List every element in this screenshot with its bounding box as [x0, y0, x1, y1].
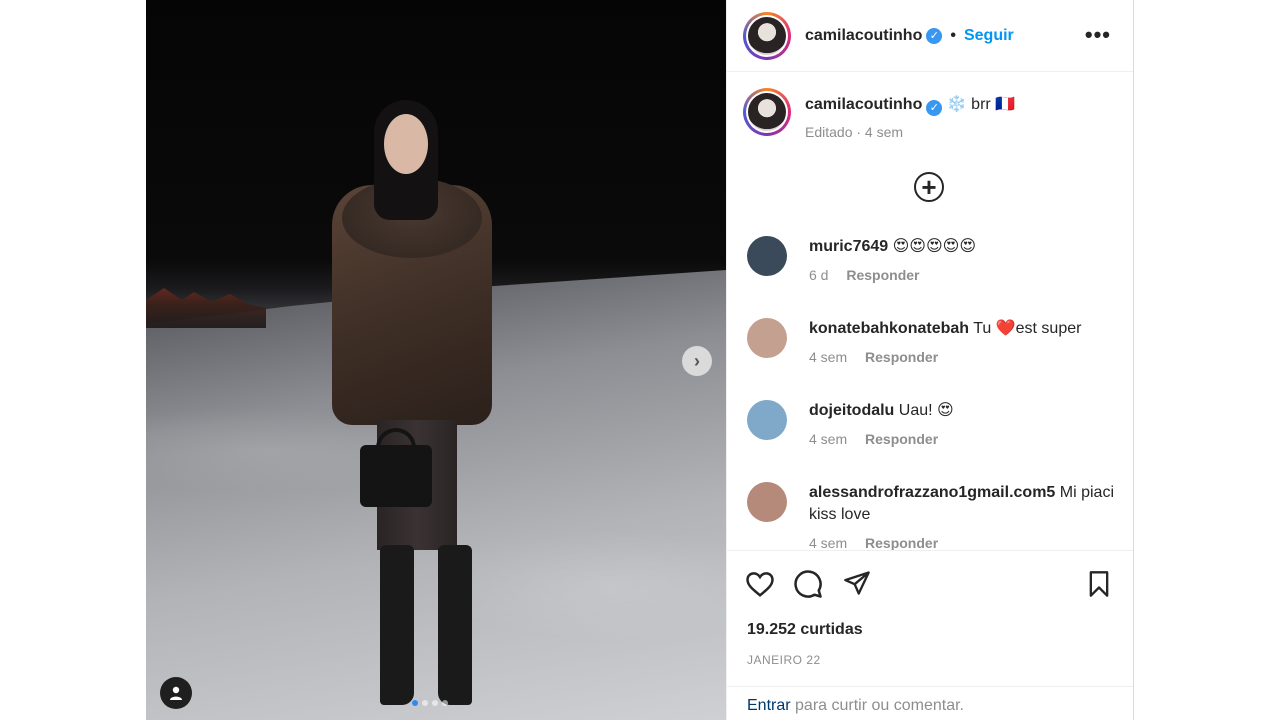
comment-item: alessandrofrazzano1gmail.com5 Mi piaci k… [747, 482, 1119, 550]
chevron-right-icon: › [694, 350, 700, 371]
comment-item: muric7649 😍😍😍😍😍 6 d Responder [747, 236, 1119, 286]
comment-time: 4 sem [809, 535, 848, 550]
user-icon [170, 686, 182, 700]
comment-time: 4 sem [809, 431, 848, 447]
carousel-dot [442, 700, 448, 706]
plus-circle-icon: + [921, 172, 937, 202]
caption-text: ❄️ brr 🇫🇷 [946, 96, 1016, 113]
save-bookmark-icon[interactable] [1085, 569, 1113, 599]
comment-username[interactable]: muric7649 [809, 238, 888, 255]
more-options-icon[interactable]: ••• [1085, 22, 1111, 48]
load-more-comments-button[interactable]: + [914, 172, 944, 202]
comment-text: Uau! 😍 [898, 402, 954, 419]
comment-username[interactable]: alessandrofrazzano1gmail.com5 [809, 484, 1055, 501]
caption: camilacoutinho ✓ ❄️ brr 🇫🇷 Editado · 4 se… [743, 88, 1015, 140]
follow-button[interactable]: Seguir [964, 27, 1014, 45]
separator: • [950, 26, 956, 44]
header-username[interactable]: camilacoutinho [805, 27, 922, 45]
tagged-users-button[interactable] [160, 677, 192, 709]
post-side-panel: camilacoutinho ✓ • Seguir ••• camilacout… [726, 0, 1134, 720]
carousel-dot [422, 700, 428, 706]
comment-time: 6 d [809, 267, 829, 283]
reply-button[interactable]: Responder [865, 431, 938, 447]
avatar[interactable] [747, 318, 787, 358]
carousel-indicator [412, 700, 448, 706]
verified-badge-icon: ✓ [926, 27, 943, 44]
comment-time: 4 sem [809, 349, 848, 365]
post-date: JANEIRO 22 [747, 653, 821, 667]
carousel-dot [412, 700, 418, 706]
comment-item: dojeitodalu Uau! 😍 4 sem Responder [747, 400, 1119, 450]
avatar[interactable] [747, 400, 787, 440]
avatar[interactable] [743, 11, 791, 60]
comment-item: konatebahkonatebah Tu ❤️est super 4 sem … [747, 318, 1119, 368]
reply-button[interactable]: Responder [846, 267, 919, 283]
login-link[interactable]: Entrar [747, 697, 791, 714]
chalets [146, 288, 266, 328]
reply-button[interactable]: Responder [865, 349, 938, 365]
caption-meta: Editado · 4 sem [805, 124, 904, 140]
avatar[interactable] [747, 482, 787, 522]
comment-username[interactable]: konatebahkonatebah [809, 320, 969, 337]
login-prompt: Entrar para curtir ou comentar. [727, 686, 1133, 720]
caption-username[interactable]: camilacoutinho [805, 96, 922, 113]
avatar[interactable] [743, 88, 791, 136]
login-prompt-text: para curtir ou comentar. [795, 697, 964, 714]
comment-text: Tu ❤️est super [973, 320, 1082, 337]
reply-button[interactable]: Responder [865, 535, 938, 550]
likes-count[interactable]: 19.252 curtidas [747, 621, 863, 639]
share-paper-plane-icon[interactable] [843, 569, 871, 597]
carousel-next-button[interactable]: › [682, 346, 712, 376]
like-heart-icon[interactable] [745, 569, 775, 599]
post-actions: 19.252 curtidas JANEIRO 22 [727, 550, 1133, 686]
comments-section[interactable]: camilacoutinho ✓ ❄️ brr 🇫🇷 Editado · 4 se… [727, 72, 1133, 550]
carousel-dot [432, 700, 438, 706]
comment-bubble-icon[interactable] [793, 569, 823, 599]
verified-badge-icon: ✓ [926, 100, 943, 116]
post-photo[interactable] [146, 0, 726, 720]
comment-text: 😍😍😍😍😍 [892, 238, 977, 255]
comment-username[interactable]: dojeitodalu [809, 402, 894, 419]
avatar[interactable] [747, 236, 787, 276]
post-header: camilacoutinho ✓ • Seguir ••• [727, 0, 1133, 72]
person-figure [332, 100, 502, 710]
